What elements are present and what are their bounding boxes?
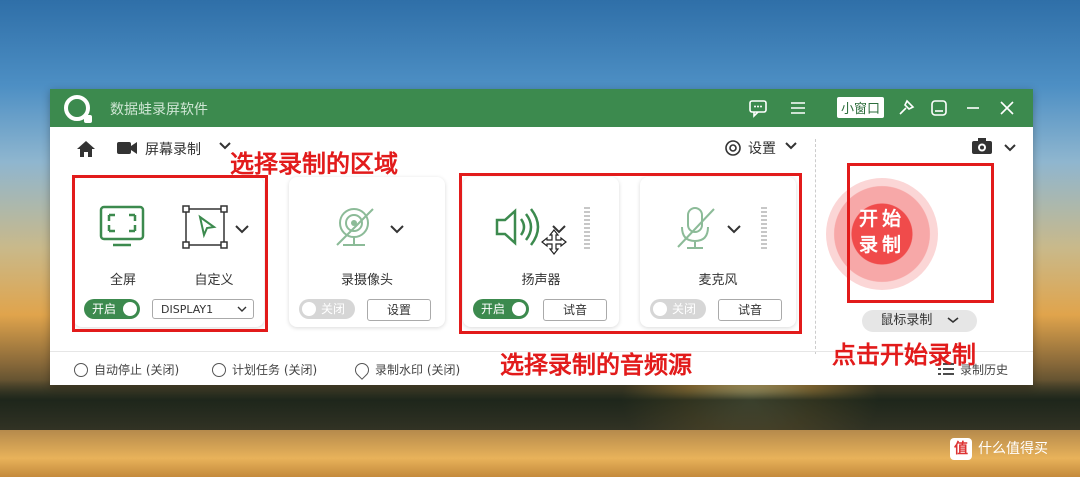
- water-drop-icon: [352, 360, 372, 380]
- home-icon[interactable]: [76, 140, 96, 162]
- mouse-record-chevron-down-icon: [947, 317, 959, 324]
- start-highlight-box: [847, 163, 994, 303]
- mini-window-button[interactable]: 小窗口: [837, 97, 885, 118]
- video-camera-icon: [116, 140, 138, 160]
- camera-off-icon[interactable]: [333, 205, 379, 255]
- schedule-task-label: 计划任务 (关闭): [232, 363, 318, 377]
- watermark-button[interactable]: 录制水印 (关闭): [352, 360, 461, 380]
- settings-label: 设置: [748, 141, 776, 157]
- audio-highlight-box: [459, 173, 802, 334]
- minimize-icon[interactable]: [963, 98, 983, 118]
- camera-card: 录摄像头 关闭 设置: [289, 177, 445, 327]
- title-bar: 数据蛙录屏软件 小窗口: [50, 89, 1033, 127]
- toggle-knob: [302, 302, 316, 316]
- app-title: 数据蛙录屏软件: [110, 102, 208, 118]
- app-logo-icon: [64, 95, 92, 123]
- mouse-record-selector[interactable]: 鼠标录制: [862, 310, 977, 332]
- clock-icon: [74, 363, 88, 377]
- section-divider: [815, 139, 816, 354]
- auto-stop-label: 自动停止 (关闭): [94, 363, 180, 377]
- camera-chevron-down-icon[interactable]: [389, 223, 405, 238]
- feedback-icon[interactable]: [748, 98, 768, 118]
- site-logo-icon: 值: [950, 438, 972, 460]
- annotation-select-area: 选择录制的区域: [230, 150, 398, 178]
- record-mode-selector[interactable]: 屏幕录制: [145, 139, 201, 159]
- camera-label: 录摄像头: [340, 273, 393, 288]
- schedule-task-button[interactable]: 计划任务 (关闭): [212, 361, 317, 378]
- alarm-icon: [212, 363, 226, 377]
- watermark-label: 录制水印 (关闭): [375, 363, 461, 377]
- background-lake: [0, 430, 1080, 477]
- camera-toggle-label: 关闭: [321, 302, 346, 316]
- area-highlight-box: [72, 175, 268, 332]
- settings-button[interactable]: 设置: [724, 138, 776, 158]
- annotation-click-start: 点击开始录制: [832, 341, 976, 369]
- annotation-select-audio: 选择录制的音频源: [500, 351, 692, 379]
- gear-icon: [725, 140, 741, 156]
- screenshot-camera-icon[interactable]: [971, 137, 993, 159]
- close-icon[interactable]: [997, 98, 1017, 118]
- screenshot-chevron-down-icon[interactable]: [1003, 142, 1017, 156]
- camera-settings-button[interactable]: 设置: [367, 299, 431, 321]
- camera-toggle[interactable]: 关闭: [299, 299, 355, 319]
- pin-icon[interactable]: [896, 98, 916, 118]
- menu-icon[interactable]: [788, 98, 808, 118]
- mouse-record-label: 鼠标录制: [880, 313, 933, 328]
- skin-icon[interactable]: [929, 98, 949, 118]
- background-treeline: [0, 380, 1080, 430]
- site-watermark: 值什么值得买: [950, 438, 1048, 460]
- settings-chevron-down-icon[interactable]: [784, 140, 798, 154]
- mode-toolbar: 屏幕录制 设置: [50, 127, 1033, 167]
- site-watermark-text: 什么值得买: [978, 441, 1048, 457]
- auto-stop-button[interactable]: 自动停止 (关闭): [74, 361, 179, 378]
